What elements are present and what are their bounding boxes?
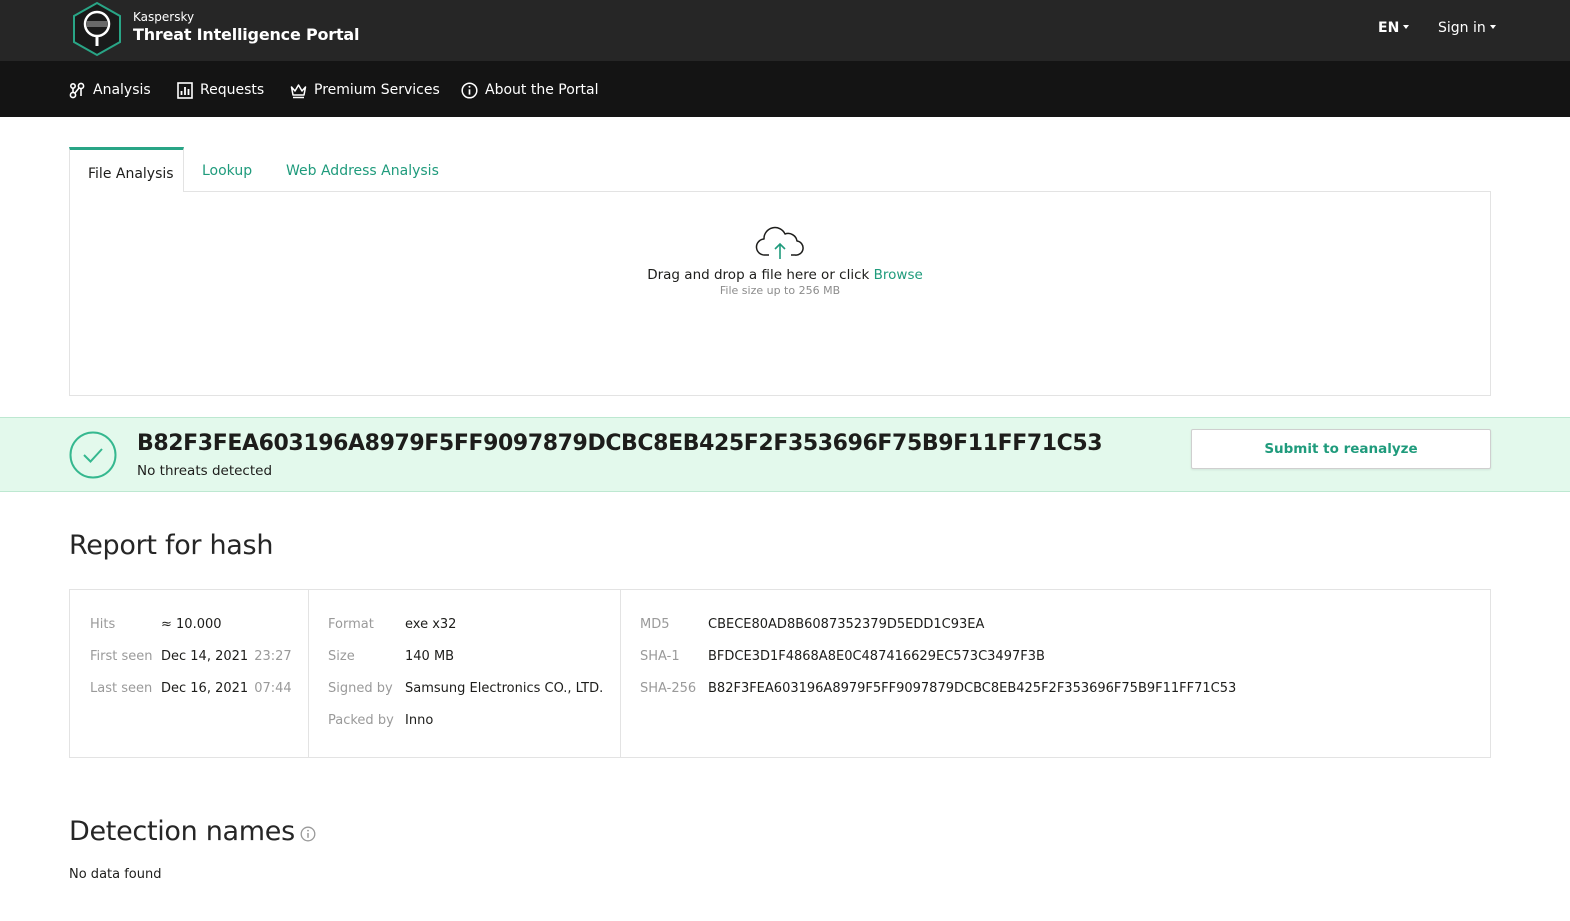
report-title: Report for hash	[69, 530, 274, 561]
signed-by-label: Signed by	[328, 681, 393, 696]
result-hash: B82F3FEA603196A8979F5FF9097879DCBC8EB425…	[137, 431, 1103, 456]
hits-label: Hits	[90, 617, 116, 632]
sign-in-label: Sign in	[1438, 20, 1486, 36]
language-label: EN	[1378, 20, 1400, 36]
brand-small: Kaspersky	[133, 10, 195, 24]
info-circle-icon[interactable]	[300, 826, 316, 842]
sha1-label: SHA-1	[640, 649, 680, 664]
hits-value: ≈ 10.000	[161, 617, 222, 632]
first-seen-label: First seen	[90, 649, 153, 664]
result-status: No threats detected	[137, 463, 273, 479]
tab-file-analysis[interactable]: File Analysis	[69, 147, 184, 192]
requests-chart-icon	[177, 81, 193, 99]
packed-by-value: Inno	[405, 713, 434, 728]
caret-down-icon	[1489, 25, 1496, 29]
drop-instructions: Drag and drop a file here or click Brows…	[0, 267, 1570, 283]
report-card: Hits ≈ 10.000 First seen Dec 14, 2021 23:…	[69, 589, 1491, 758]
main-nav: Analysis Requests Premium Services About…	[0, 61, 1570, 117]
signed-by-value[interactable]: Samsung Electronics CO., LTD.	[405, 681, 603, 696]
result-banner: B82F3FEA603196A8979F5FF9097879DCBC8EB425…	[0, 417, 1570, 492]
cloud-upload-icon[interactable]	[755, 225, 805, 261]
nav-item-about[interactable]: About the Portal	[461, 80, 599, 100]
language-selector[interactable]: EN	[1378, 20, 1410, 36]
size-value: 140 MB	[405, 649, 455, 664]
analysis-graph-icon	[69, 82, 85, 98]
nav-item-requests[interactable]: Requests	[177, 80, 264, 100]
detection-names-title: Detection names	[69, 816, 295, 847]
format-value: exe x32	[405, 617, 457, 632]
first-seen-time: 23:27	[254, 649, 292, 664]
nav-item-premium-services[interactable]: Premium Services	[290, 80, 440, 100]
sign-in-menu[interactable]: Sign in	[1438, 20, 1496, 36]
sha256-label: SHA-256	[640, 681, 697, 696]
sha1-value[interactable]: BFDCE3D1F4868A8E0C487416629EC573C3497F3B	[708, 649, 1045, 664]
nav-label: About the Portal	[485, 82, 599, 98]
last-seen-label: Last seen	[90, 681, 153, 696]
check-circle-icon	[69, 431, 117, 479]
browse-link[interactable]: Browse	[874, 267, 923, 283]
info-circle-icon	[461, 81, 478, 99]
nav-item-analysis[interactable]: Analysis	[69, 80, 151, 100]
submit-to-reanalyze-button[interactable]: Submit to reanalyze	[1191, 429, 1491, 469]
first-seen-date: Dec 14, 2021	[161, 649, 249, 664]
md5-value[interactable]: CBECE80AD8B6087352379D5EDD1C93EA	[708, 617, 984, 632]
top-bar: Kaspersky Threat Intelligence Portal EN …	[0, 0, 1570, 61]
last-seen-time: 07:44	[254, 681, 292, 696]
drop-text: Drag and drop a file here or click	[647, 267, 870, 283]
last-seen-value: Dec 16, 2021 07:44	[161, 681, 292, 696]
brand-title[interactable]: Threat Intelligence Portal	[133, 25, 360, 44]
detection-empty-text: No data found	[69, 867, 162, 882]
first-seen-value: Dec 14, 2021 23:27	[161, 649, 292, 664]
kaspersky-logo-icon[interactable]	[71, 1, 123, 57]
caret-down-icon	[1403, 25, 1410, 29]
file-size-hint: File size up to 256 MB	[719, 284, 841, 297]
tab-lookup[interactable]: Lookup	[202, 147, 252, 192]
md5-label: MD5	[640, 617, 670, 632]
packed-by-label: Packed by	[328, 713, 394, 728]
nav-label: Analysis	[93, 82, 151, 98]
sha256-value[interactable]: B82F3FEA603196A8979F5FF9097879DCBC8EB425…	[708, 681, 1236, 696]
column-divider	[620, 590, 621, 757]
format-label: Format	[328, 617, 374, 632]
size-label: Size	[328, 649, 355, 664]
tab-web-address-analysis[interactable]: Web Address Analysis	[286, 147, 439, 192]
nav-label: Premium Services	[314, 82, 440, 98]
column-divider	[308, 590, 309, 757]
last-seen-date: Dec 16, 2021	[161, 681, 249, 696]
nav-label: Requests	[200, 82, 265, 98]
crown-icon	[290, 83, 307, 98]
